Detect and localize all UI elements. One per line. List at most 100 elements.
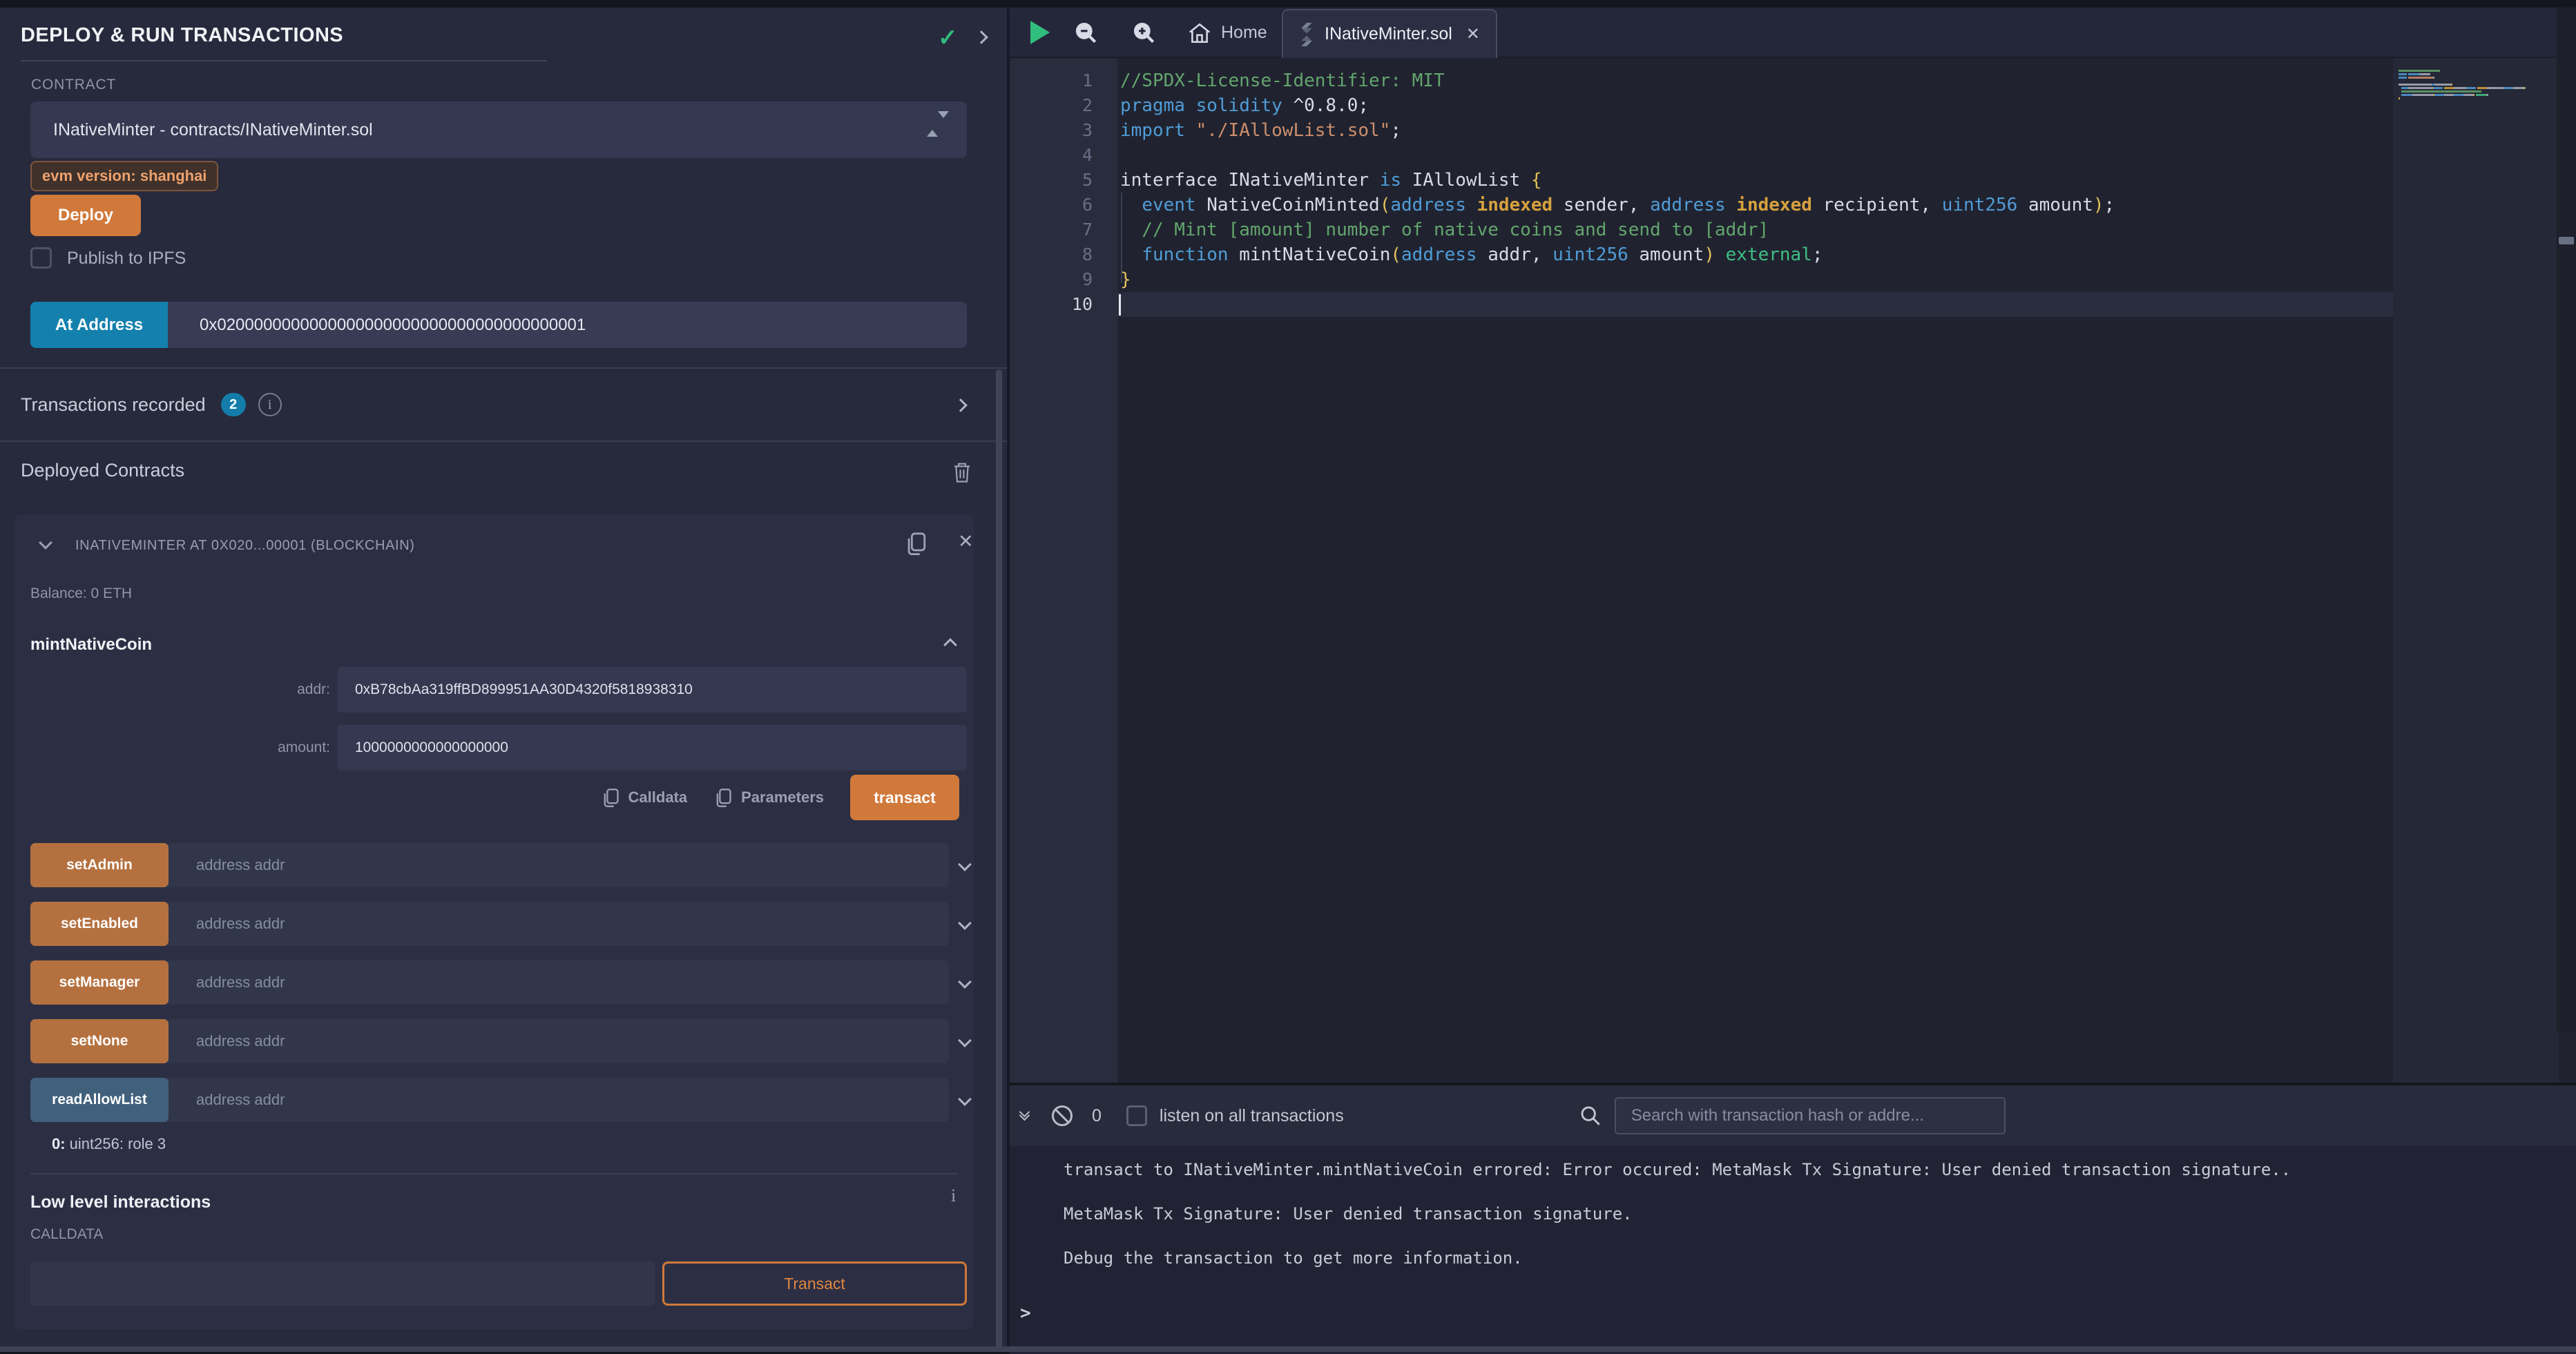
- readAllowList-expand-icon[interactable]: [958, 1092, 972, 1106]
- deployed-contracts-label: Deployed Contracts: [21, 460, 184, 481]
- code-line-5: interface INativeMinter is IAllowList {: [1120, 168, 1542, 193]
- editor-scrollbar[interactable]: [2557, 8, 2576, 1032]
- editor-scrollbar-thumb[interactable]: [2559, 237, 2574, 244]
- amount-param-input[interactable]: [337, 725, 967, 771]
- home-icon: [1188, 22, 1211, 44]
- evm-version-badge: evm version: shanghai: [30, 161, 218, 191]
- line-number-8: 8: [1010, 242, 1093, 267]
- publish-ipfs-checkbox[interactable]: [30, 247, 52, 269]
- function-action-row: Calldata Parameters transact: [15, 775, 959, 820]
- calldata-input[interactable]: [30, 1261, 655, 1306]
- low-level-info-icon[interactable]: i: [951, 1186, 956, 1206]
- terminal-prompt[interactable]: >: [1020, 1303, 1031, 1324]
- panel-title: DEPLOY & RUN TRANSACTIONS: [21, 24, 343, 47]
- setManager-button[interactable]: setManager: [30, 960, 169, 1005]
- transactions-count-badge: 2: [221, 393, 246, 416]
- low-level-transact-button[interactable]: Transact: [662, 1261, 967, 1306]
- code-line-8: function mintNativeCoin(address addr, ui…: [1120, 242, 1823, 267]
- minimap-zone: [2393, 58, 2559, 1083]
- readAllowList-button[interactable]: readAllowList: [30, 1078, 169, 1122]
- line-number-5: 5: [1010, 168, 1093, 193]
- at-address-button[interactable]: At Address: [30, 302, 168, 348]
- low-level-interactions-label: Low level interactions: [30, 1192, 211, 1212]
- code-editor[interactable]: 12345678910 //SPDX-License-Identifier: M…: [1010, 58, 2576, 1083]
- tab-close-icon[interactable]: ✕: [1466, 24, 1480, 44]
- info-icon[interactable]: i: [258, 393, 282, 416]
- contract-balance: Balance: 0 ETH: [30, 586, 132, 602]
- setNone-button[interactable]: setNone: [30, 1019, 169, 1063]
- contract-collapse-icon[interactable]: [39, 536, 52, 550]
- setAdmin-expand-icon[interactable]: [958, 858, 972, 871]
- setEnabled-button[interactable]: setEnabled: [30, 902, 169, 946]
- code-line-9: }: [1120, 267, 1131, 292]
- transactions-recorded-label: Transactions recorded: [21, 394, 206, 416]
- deployed-contract-card: INATIVEMINTER AT 0X020...00001 (BLOCKCHA…: [15, 514, 974, 1329]
- function-row-setManager: setManager: [30, 960, 970, 1005]
- copy-parameters-label: Parameters: [741, 789, 824, 806]
- listen-all-label: listen on all transactions: [1160, 1106, 1344, 1126]
- text-cursor: [1119, 294, 1121, 316]
- pending-tx-count: 0: [1092, 1106, 1102, 1126]
- minimap[interactable]: [2399, 70, 2526, 104]
- calldata-field-label: CALLDATA: [30, 1226, 103, 1243]
- title-underline: [21, 60, 547, 61]
- run-script-play-icon[interactable]: [1030, 21, 1050, 44]
- code-line-1: //SPDX-License-Identifier: MIT: [1120, 68, 1445, 93]
- amount-param-label: amount:: [206, 739, 330, 756]
- at-address-input[interactable]: [168, 302, 967, 348]
- window-top-strip: [0, 0, 2576, 8]
- line-number-3: 3: [1010, 118, 1093, 143]
- function-row-setAdmin: setAdmin: [30, 843, 970, 887]
- transactions-expand-icon[interactable]: [954, 398, 968, 412]
- deploy-run-panel: DEPLOY & RUN TRANSACTIONS ✓ CONTRACT INa…: [0, 8, 1007, 1346]
- line-number-1: 1: [1010, 68, 1093, 93]
- remove-contract-icon[interactable]: ✕: [958, 531, 974, 552]
- terminal-output[interactable]: transact to INativeMinter.mintNativeCoin…: [1010, 1146, 2576, 1354]
- clear-console-icon[interactable]: [1052, 1105, 1073, 1126]
- setAdmin-button[interactable]: setAdmin: [30, 843, 169, 887]
- select-arrows-icon: [927, 118, 949, 130]
- current-line-highlight: [1117, 292, 2393, 317]
- code-line-3: import "./IAllowList.sol";: [1120, 118, 1401, 143]
- terminal-search-input[interactable]: [1615, 1097, 2006, 1134]
- copy-address-icon[interactable]: [904, 530, 927, 557]
- terminal-log-2: MetaMask Tx Signature: User denied trans…: [1064, 1204, 1633, 1224]
- function-name-label: mintNativeCoin: [30, 635, 152, 655]
- function-row-readAllowList: readAllowList: [30, 1078, 970, 1122]
- tab-inativeminter[interactable]: INativeMinter.sol ✕: [1282, 9, 1497, 58]
- function-row-setNone: setNone: [30, 1019, 970, 1063]
- transactions-recorded-section[interactable]: Transactions recorded 2 i: [0, 367, 1007, 442]
- panel-scrollbar[interactable]: [996, 369, 1002, 1350]
- addr-param-input[interactable]: [337, 667, 967, 713]
- terminal-expand-icon[interactable]: [1021, 1112, 1028, 1119]
- at-address-row: At Address: [30, 302, 967, 348]
- zoom-in-icon[interactable]: [1131, 20, 1157, 46]
- copy-calldata-button[interactable]: Calldata: [601, 786, 688, 809]
- editor-column: Home INativeMinter.sol ✕ 12345678910 //S…: [1010, 8, 2576, 1348]
- line-number-6: 6: [1010, 193, 1093, 217]
- contract-select[interactable]: INativeMinter - contracts/INativeMinter.…: [30, 101, 967, 158]
- terminal-search-icon: [1579, 1104, 1602, 1128]
- deploy-button[interactable]: Deploy: [30, 195, 141, 236]
- tab-home-label: Home: [1221, 23, 1267, 43]
- tab-home[interactable]: Home: [1174, 8, 1281, 58]
- editor-tabbar: Home INativeMinter.sol ✕: [1010, 8, 2576, 58]
- contract-select-value: INativeMinter - contracts/INativeMinter.…: [53, 120, 373, 140]
- copy-parameters-button[interactable]: Parameters: [713, 786, 824, 809]
- setManager-expand-icon[interactable]: [958, 975, 972, 989]
- setEnabled-expand-icon[interactable]: [958, 916, 972, 930]
- transact-button[interactable]: transact: [850, 775, 959, 820]
- terminal-log-1: transact to INativeMinter.mintNativeCoin…: [1064, 1160, 2291, 1179]
- contract-label: CONTRACT: [31, 77, 116, 93]
- line-number-4: 4: [1010, 143, 1093, 168]
- terminal-log-3: Debug the transaction to get more inform…: [1064, 1248, 1523, 1268]
- line-number-9: 9: [1010, 267, 1093, 292]
- card-divider: [30, 1173, 958, 1174]
- panel-collapse-icon[interactable]: [974, 30, 988, 44]
- listen-all-checkbox[interactable]: [1126, 1105, 1147, 1126]
- publish-ipfs-label: Publish to IPFS: [67, 249, 186, 269]
- zoom-out-icon[interactable]: [1073, 20, 1099, 46]
- function-collapse-icon[interactable]: [943, 638, 957, 652]
- setNone-expand-icon[interactable]: [958, 1034, 972, 1047]
- clear-contracts-trash-icon[interactable]: [952, 461, 972, 483]
